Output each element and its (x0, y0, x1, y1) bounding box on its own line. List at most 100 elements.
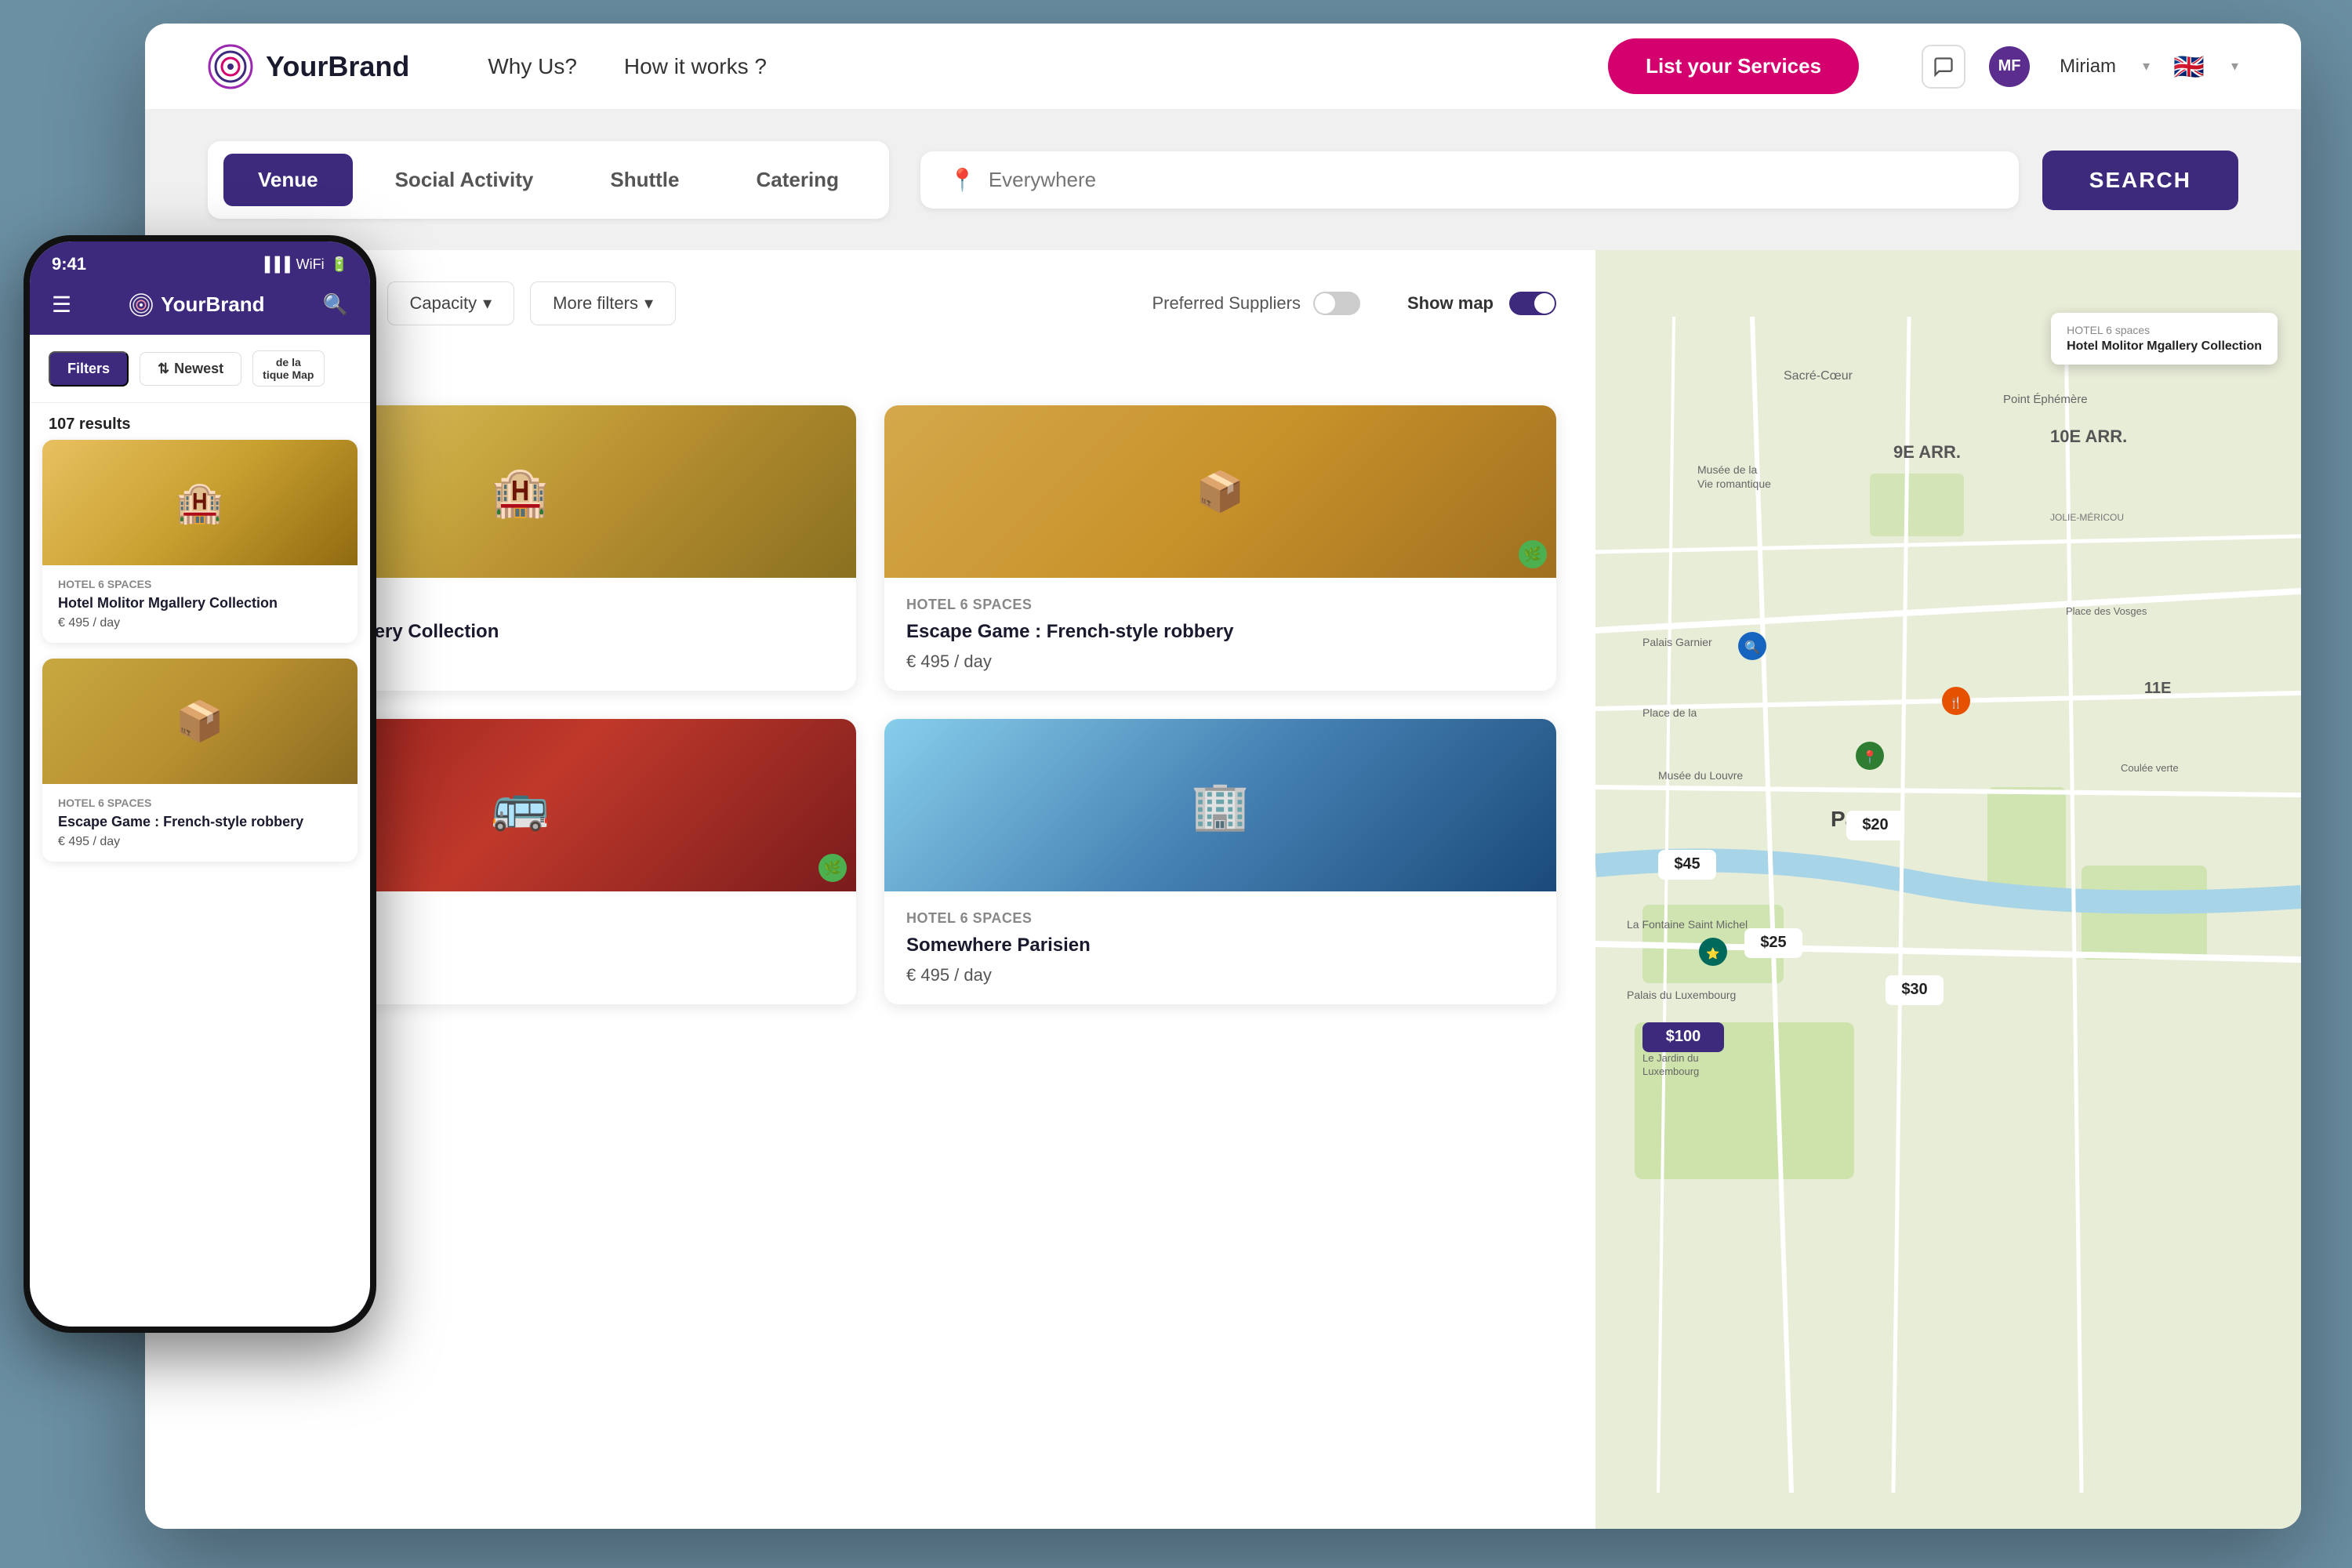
svg-text:⭐: ⭐ (1706, 947, 1719, 960)
phone-card-title-2: Escape Game : French-style robbery (58, 814, 342, 830)
phone-navbar: ☰ YourBrand 🔍 (30, 281, 370, 335)
phone-results-count: 107 results (30, 403, 370, 440)
more-filters[interactable]: More filters ▾ (530, 281, 676, 325)
phone-card-1-icon: 🏨 (176, 480, 224, 526)
svg-text:$100: $100 (1666, 1028, 1701, 1045)
chevron-down-icon: ▾ (644, 293, 653, 314)
phone-logo-wrap[interactable]: YourBrand (129, 292, 264, 317)
language-chevron[interactable]: ▾ (2231, 58, 2238, 74)
phone-search-icon[interactable]: 🔍 (323, 292, 348, 317)
svg-text:$25: $25 (1760, 934, 1786, 951)
phone-logo-icon (129, 293, 153, 317)
show-map-label: Show map (1407, 293, 1494, 314)
svg-text:Place de la: Place de la (1642, 706, 1697, 719)
map-tooltip-title: Hotel Molitor Mgallery Collection (2067, 339, 2262, 354)
show-map-knob (1534, 293, 1555, 314)
svg-text:Vie romantique: Vie romantique (1697, 477, 1771, 490)
card-price: € 495 / day (906, 965, 1534, 985)
phone-card-body-2: HOTEL 6 spaces Escape Game : French-styl… (42, 784, 358, 862)
chat-icon-button[interactable] (1922, 45, 1965, 89)
svg-text:Point Éphémère: Point Éphémère (2003, 393, 2088, 406)
svg-text:10E ARR.: 10E ARR. (2050, 426, 2127, 446)
search-button[interactable]: SEARCH (2042, 151, 2238, 210)
phone-card-subtitle-2: HOTEL 6 spaces (58, 797, 342, 809)
svg-text:La Fontaine Saint Michel: La Fontaine Saint Michel (1627, 918, 1748, 931)
svg-text:Musée du Louvre: Musée du Louvre (1658, 769, 1743, 782)
phone-card-2-icon: 📦 (176, 699, 224, 745)
tab-catering[interactable]: Catering (721, 154, 873, 206)
logo[interactable]: YourBrand (208, 44, 409, 89)
preferred-suppliers-toggle[interactable] (1313, 292, 1360, 315)
card-subtitle: HOTEL 6 spaces (906, 910, 1534, 927)
phone-time: 9:41 (52, 254, 86, 274)
svg-text:Palais Garnier: Palais Garnier (1642, 636, 1712, 648)
svg-text:Le Jardin du: Le Jardin du (1642, 1052, 1699, 1064)
card-body: HOTEL 6 spaces Somewhere Parisien € 495 … (884, 891, 1556, 1004)
nav-how-it-works[interactable]: How it works ? (624, 54, 767, 79)
user-menu-chevron[interactable]: ▾ (2143, 58, 2150, 74)
tab-social-activity[interactable]: Social Activity (361, 154, 568, 206)
card-image-escape: 📦 🌿 (884, 405, 1556, 578)
phone-screen: 9:41 ▐▐▐ WiFi 🔋 ☰ YourBrand 🔍 (30, 241, 370, 1327)
logo-icon (208, 44, 253, 89)
battery-icon: 🔋 (331, 256, 348, 273)
blue-building-image-icon: 🏢 (1197, 783, 1244, 828)
card-price: € 495 / day (906, 652, 1534, 672)
phone-sort-button[interactable]: ⇅ Newest (140, 352, 241, 386)
results-grid: 🏨 HOTEL 6 spaces Hotel Molitor Mgallery … (184, 405, 1556, 1004)
phone-card-price-2: € 495 / day (58, 835, 342, 849)
location-input[interactable] (989, 168, 1991, 192)
svg-text:🔍: 🔍 (1744, 639, 1760, 655)
preferred-suppliers-toggle-wrap: Preferred Suppliers (1152, 292, 1360, 315)
search-section: Venue Social Activity Shuttle Catering 📍… (145, 110, 2301, 250)
svg-text:📍: 📍 (1862, 750, 1878, 764)
svg-text:Musée de la: Musée de la (1697, 463, 1757, 476)
main-content: Type of Location ▾ Capacity ▾ More filte… (145, 250, 2301, 1529)
list-services-button[interactable]: List your Services (1608, 38, 1859, 94)
phone-map-button[interactable]: de la tique Map (252, 350, 324, 387)
svg-text:Palais du Luxembourg: Palais du Luxembourg (1627, 989, 1736, 1001)
svg-text:Sacré-Cœur: Sacré-Cœur (1784, 369, 1853, 383)
card-image-blue-building: 🏢 (884, 719, 1556, 891)
tab-shuttle[interactable]: Shuttle (575, 154, 713, 206)
desktop-browser: YourBrand Why Us? How it works ? List yo… (145, 24, 2301, 1529)
card-title: Escape Game : French-style robbery (906, 619, 1534, 644)
phone-card-hotel-molitor[interactable]: 🏨 HOTEL 6 spaces Hotel Molitor Mgallery … (42, 440, 358, 643)
card-blue-building[interactable]: 🏢 HOTEL 6 spaces Somewhere Parisien € 49… (884, 719, 1556, 1004)
card-title: Somewhere Parisien (906, 933, 1534, 957)
tab-venue[interactable]: Venue (223, 154, 353, 206)
signal-icon: ▐▐▐ (260, 256, 289, 273)
map-container: 9E ARR. 10E ARR. 11E Paris Sacré-Cœur Mu… (1595, 250, 2301, 1529)
wifi-icon: WiFi (296, 256, 325, 273)
phone-content: Filters ⇅ Newest de la tique Map 107 res… (30, 335, 370, 1327)
phone-status-icons: ▐▐▐ WiFi 🔋 (260, 256, 348, 273)
svg-text:$30: $30 (1901, 981, 1927, 998)
phone-card-subtitle-1: HOTEL 6 spaces (58, 578, 342, 590)
mobile-phone: 9:41 ▐▐▐ WiFi 🔋 ☰ YourBrand 🔍 (24, 235, 376, 1333)
svg-text:Coulée verte: Coulée verte (2121, 762, 2179, 774)
green-badge-escape: 🌿 (1519, 540, 1547, 568)
location-pin-icon: 📍 (949, 167, 976, 193)
sort-icon: ⇅ (158, 361, 169, 377)
toggle-knob (1315, 293, 1335, 314)
green-badge-shuttle: 🌿 (818, 854, 847, 882)
phone-card-image-1: 🏨 (42, 440, 358, 565)
phone-filters-button[interactable]: Filters (49, 351, 129, 387)
card-escape-game[interactable]: 📦 🌿 HOTEL 6 spaces Escape Game : French-… (884, 405, 1556, 691)
hotel-molitor-image-icon: 🏨 (497, 470, 544, 514)
nav-why-us[interactable]: Why Us? (488, 54, 577, 79)
map-tooltip: HOTEL 6 spaces Hotel Molitor Mgallery Co… (2051, 313, 2278, 365)
capacity-filter[interactable]: Capacity ▾ (387, 281, 515, 325)
phone-card-price-1: € 495 / day (58, 616, 342, 630)
svg-text:$20: $20 (1862, 816, 1888, 833)
phone-card-escape[interactable]: 📦 HOTEL 6 spaces Escape Game : French-st… (42, 659, 358, 862)
search-tabs: Venue Social Activity Shuttle Catering (208, 141, 889, 219)
phone-menu-icon[interactable]: ☰ (52, 292, 71, 318)
language-flag[interactable]: 🇬🇧 (2173, 52, 2205, 82)
user-avatar: MF (1989, 46, 2030, 87)
card-subtitle: HOTEL 6 spaces (906, 597, 1534, 613)
chevron-down-icon: ▾ (483, 293, 492, 314)
show-map-toggle[interactable] (1509, 292, 1556, 315)
phone-card-title-1: Hotel Molitor Mgallery Collection (58, 595, 342, 612)
results-count: 107 results (184, 357, 1556, 382)
